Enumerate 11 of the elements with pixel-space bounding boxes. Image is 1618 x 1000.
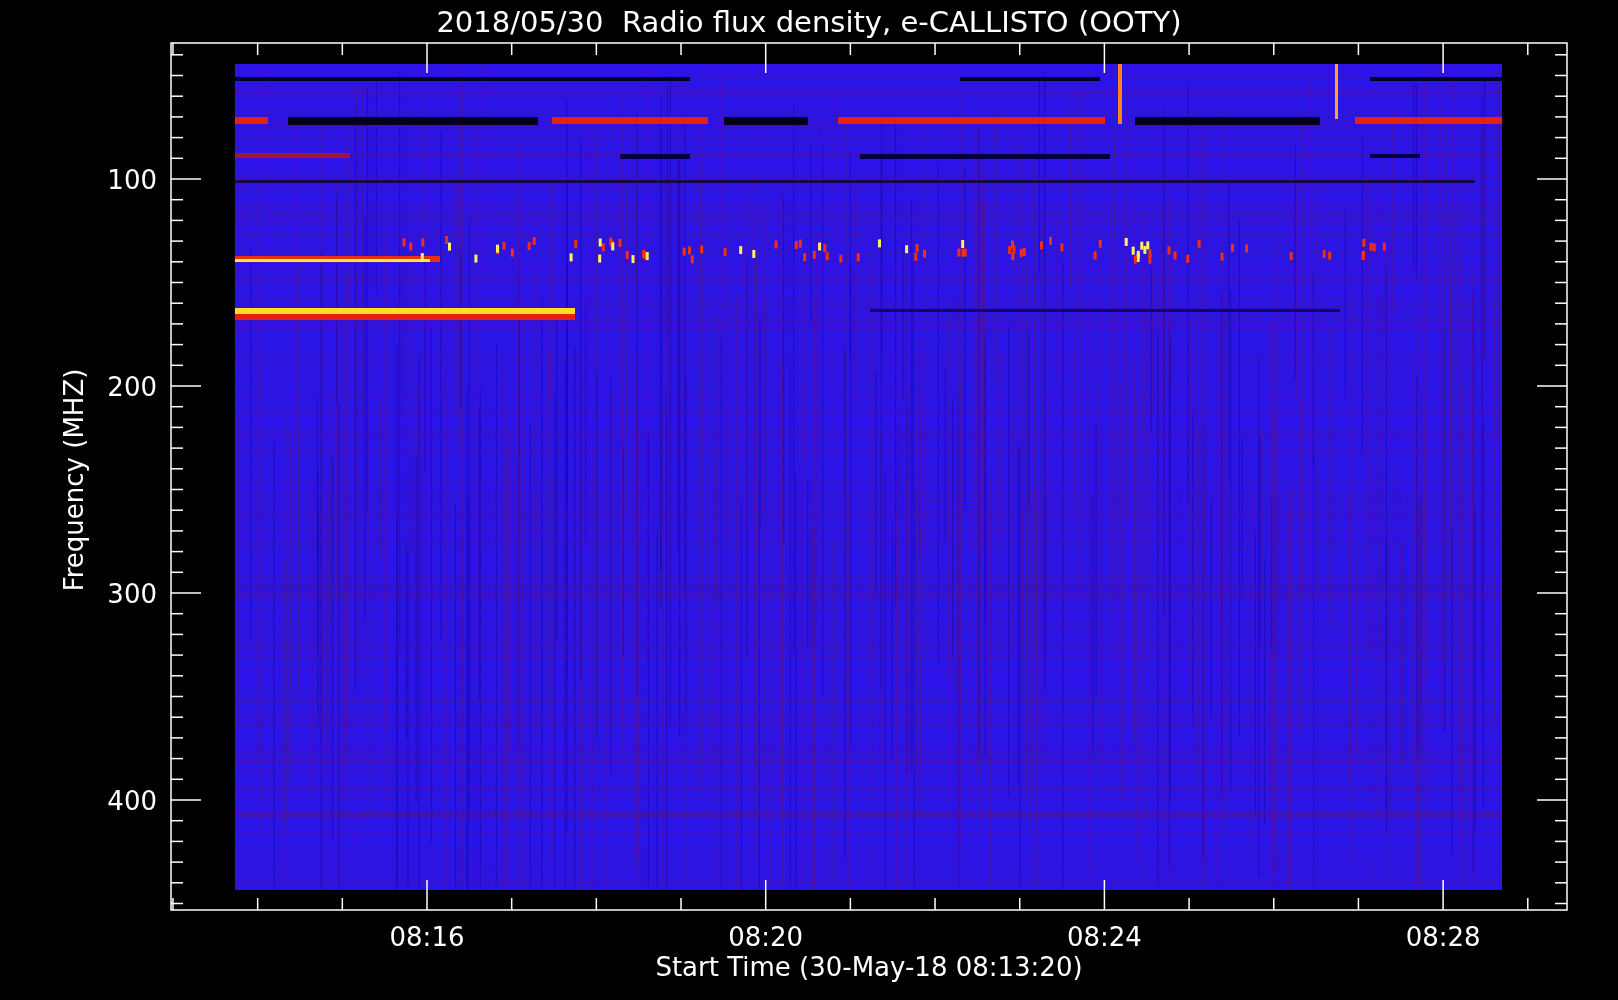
chart-title: 2018/05/30 Radio flux density, e-CALLISTO (OOTY): [436, 5, 1182, 39]
x-axis-label: Start Time (30-May-18 08:13:20): [655, 952, 1083, 982]
y-tick-label: 300: [107, 579, 157, 609]
x-tick-label: 08:24: [1066, 922, 1142, 952]
x-tick-label: 08:28: [1405, 922, 1481, 952]
x-tick-label: 08:16: [389, 922, 465, 952]
y-axis-label: Frequency (MHZ): [59, 368, 89, 592]
y-tick-label: 100: [107, 165, 157, 195]
y-tick-label: 200: [107, 372, 157, 402]
x-tick-label: 08:20: [728, 922, 804, 952]
y-tick-label: 400: [107, 786, 157, 816]
